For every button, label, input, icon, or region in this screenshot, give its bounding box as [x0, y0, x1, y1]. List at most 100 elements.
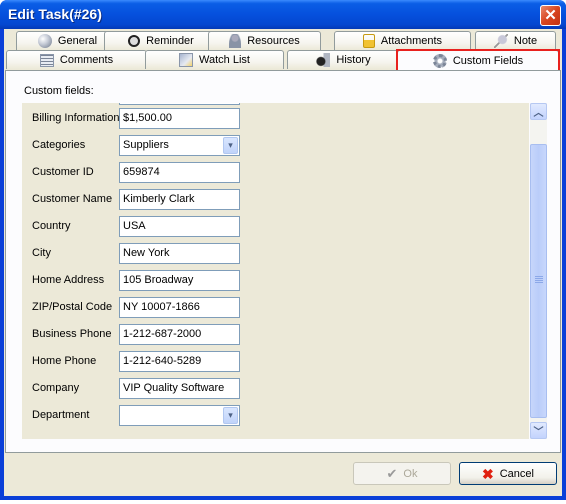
field-row-company: Company VIP Quality Software — [22, 378, 529, 400]
field-label: Customer Name — [32, 193, 113, 205]
field-label: Country — [32, 220, 71, 232]
sphere-icon — [37, 34, 52, 48]
custom-fields-pane: Custom fields: Billing Information $1,500… — [5, 70, 561, 453]
x-icon: ✖ — [482, 465, 494, 482]
custom-fields-label: Custom fields: — [24, 85, 94, 97]
home-address-input[interactable]: 105 Broadway — [119, 270, 240, 291]
ok-label: Ok — [403, 467, 418, 480]
field-value: Suppliers — [123, 139, 169, 151]
field-row-zip-postal-code: ZIP/Postal Code NY 10007-1866 — [22, 297, 529, 319]
cancel-button[interactable]: ✖ Cancel — [459, 462, 557, 485]
field-label: City — [32, 247, 51, 259]
tab-resources[interactable]: Resources — [208, 31, 321, 50]
tab-label: General — [57, 35, 98, 47]
checkmark-icon: ✔ — [386, 466, 398, 481]
field-value: $1,500.00 — [123, 112, 172, 124]
scroll-down-button[interactable]: ﹀ — [530, 422, 547, 439]
close-button[interactable]: ✕ — [540, 5, 561, 26]
chevron-down-icon: ▾ — [228, 410, 233, 420]
tab-reminder[interactable]: Reminder — [104, 31, 218, 50]
billing-information-input[interactable]: $1,500.00 — [119, 108, 240, 129]
tab-label: Note — [513, 35, 538, 47]
zip-postal-code-input[interactable]: NY 10007-1866 — [119, 297, 240, 318]
field-row-customer-id: Customer ID 659874 — [22, 162, 529, 184]
person-icon — [229, 34, 242, 48]
scroll-up-button[interactable]: ︿ — [530, 103, 547, 120]
tab-comments[interactable]: Comments — [6, 50, 147, 69]
field-row-home-address: Home Address 105 Broadway — [22, 270, 529, 292]
tab-note[interactable]: Note — [475, 31, 556, 50]
watch-list-icon — [179, 53, 194, 67]
field-row-country: Country USA — [22, 216, 529, 238]
field-value: USA — [123, 220, 146, 232]
custom-fields-list: Billing Information $1,500.00 Categories Su… — [22, 103, 529, 439]
field-row-business-phone: Business Phone 1-212-687-2000 — [22, 324, 529, 346]
tab-label: Reminder — [146, 35, 194, 47]
field-label: Business Phone — [32, 328, 112, 340]
field-value: VIP Quality Software — [123, 382, 225, 394]
field-label: Home Phone — [32, 355, 97, 367]
company-input[interactable]: VIP Quality Software — [119, 378, 240, 399]
chevron-down-icon: ▾ — [228, 140, 233, 150]
field-label: Customer ID — [32, 166, 94, 178]
dropdown-button[interactable]: ▾ — [223, 137, 238, 154]
alarm-clock-icon — [128, 35, 141, 47]
field-row-categories: Categories Suppliers ▾ — [22, 135, 529, 157]
department-combo[interactable]: ▾ — [119, 405, 240, 426]
customer-id-input[interactable]: 659874 — [119, 162, 240, 183]
field-value: New York — [123, 247, 170, 259]
partial-field — [119, 103, 240, 105]
title-bar[interactable]: Edit Task(#26) ✕ — [0, 0, 566, 29]
field-label: Department — [32, 409, 90, 421]
history-icon — [316, 53, 331, 67]
paperclip-folder-icon — [362, 34, 375, 48]
tab-label: Comments — [59, 54, 114, 66]
business-phone-input[interactable]: 1-212-687-2000 — [119, 324, 240, 345]
tab-label: Watch List — [199, 54, 250, 66]
field-value: 659874 — [123, 166, 160, 178]
categories-combo[interactable]: Suppliers ▾ — [119, 135, 240, 156]
tab-watch-list[interactable]: Watch List — [145, 50, 284, 69]
home-phone-input[interactable]: 1-212-640-5289 — [119, 351, 240, 372]
dropdown-button[interactable]: ▾ — [223, 407, 238, 424]
field-value: NY 10007-1866 — [123, 301, 200, 313]
window-title: Edit Task(#26) — [8, 6, 102, 22]
field-value: 105 Broadway — [123, 274, 194, 286]
scroll-thumb[interactable] — [530, 144, 547, 418]
field-label: Categories — [32, 139, 86, 151]
field-row-city: City New York — [22, 243, 529, 265]
close-icon: ✕ — [544, 7, 557, 24]
country-input[interactable]: USA — [119, 216, 240, 237]
tab-custom-fields[interactable]: Custom Fields — [397, 50, 559, 70]
cancel-label: Cancel — [499, 467, 534, 480]
comments-icon — [39, 53, 54, 67]
field-row-department: Department ▾ — [22, 405, 529, 427]
field-label: Home Address — [32, 274, 105, 286]
tab-label: History — [336, 54, 371, 66]
chevron-down-icon: ﹀ — [533, 427, 544, 438]
customer-name-input[interactable]: Kimberly Clark — [119, 189, 240, 210]
tab-label: Attachments — [380, 35, 443, 47]
tab-attachments[interactable]: Attachments — [334, 31, 471, 50]
field-label: Billing Information — [32, 112, 120, 124]
field-row-home-phone: Home Phone 1-212-640-5289 — [22, 351, 529, 373]
vertical-scrollbar[interactable]: ︿ ﹀ — [530, 103, 547, 439]
grip-icon — [535, 276, 543, 284]
tab-history[interactable]: History — [287, 50, 400, 69]
field-value: Kimberly Clark — [123, 193, 195, 205]
ok-button[interactable]: ✔ Ok — [353, 462, 451, 485]
field-row-billing-information: Billing Information $1,500.00 — [22, 108, 529, 130]
dialog-body: General Reminder Resources Attachments N… — [4, 29, 562, 496]
edit-task-dialog: Edit Task(#26) ✕ General Reminder Resour… — [0, 0, 566, 500]
city-input[interactable]: New York — [119, 243, 240, 264]
tab-label: Resources — [247, 35, 300, 47]
field-row-customer-name: Customer Name Kimberly Clark — [22, 189, 529, 211]
gear-icon — [432, 53, 447, 68]
tab-label: Custom Fields — [452, 54, 524, 67]
field-value: 1-212-640-5289 — [123, 355, 202, 367]
field-label: Company — [32, 382, 80, 394]
pushpin-icon — [493, 34, 508, 48]
field-label: ZIP/Postal Code — [32, 301, 113, 313]
field-value: 1-212-687-2000 — [123, 328, 202, 340]
chevron-up-icon: ︿ — [533, 108, 544, 119]
